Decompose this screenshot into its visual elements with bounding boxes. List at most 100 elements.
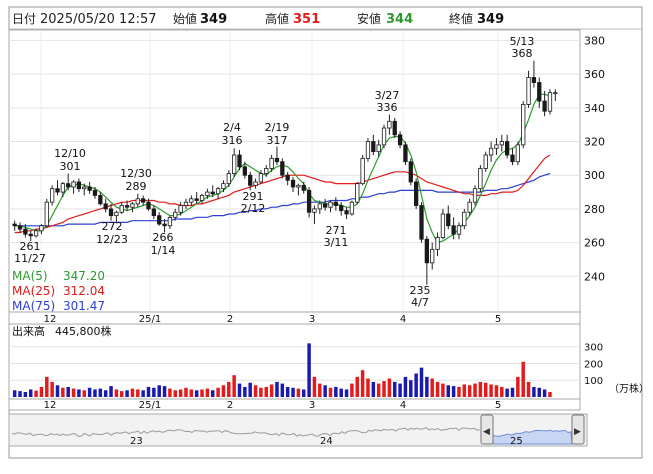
stock-chart-widget: 日付 2025/05/20 12:57 始値 349 高値 351 安値 344…: [0, 0, 653, 470]
price-annotation: 5/13368: [510, 35, 535, 60]
candle-body-down: [403, 144, 408, 163]
volume-bar: [425, 376, 429, 397]
volume-bar: [344, 389, 349, 397]
volume-bar: [227, 381, 231, 397]
close-value: 349: [477, 12, 504, 27]
candle-body-down: [414, 181, 419, 206]
candle-body-down: [285, 174, 290, 181]
volume-bar: [451, 386, 456, 397]
volume-bar: [173, 390, 178, 397]
volume-bar: [473, 383, 477, 397]
candle: [355, 181, 360, 204]
x-tick-label: 3: [309, 400, 315, 411]
volume-bar: [328, 387, 333, 397]
volume-bar: [125, 390, 129, 397]
candle: [521, 101, 526, 149]
candle-body-down: [301, 184, 306, 191]
volume-bar: [521, 361, 525, 397]
annotation-date: 2/4: [223, 121, 241, 134]
volume-bar: [205, 388, 210, 397]
candle-body-up: [349, 201, 355, 215]
annotation-date: 1/14: [151, 244, 176, 257]
volume-bar: [18, 391, 22, 397]
candle-body-up: [50, 188, 55, 203]
volume-bar: [548, 391, 552, 397]
candle-body-down: [542, 100, 547, 112]
candle-body-down: [210, 191, 215, 195]
volume-value: 445,800株: [55, 324, 112, 338]
candle-body-up: [183, 201, 189, 206]
annotation-value: 289: [126, 180, 147, 193]
navigator-right-handle[interactable]: ▶: [571, 414, 585, 445]
candle-body-down: [274, 157, 280, 163]
volume-bar: [532, 386, 536, 397]
volume-bar: [387, 378, 392, 397]
candle: [280, 158, 285, 179]
volume-bar: [253, 385, 258, 397]
volume-bar: [318, 383, 322, 397]
candle-body-up: [355, 183, 360, 203]
candle-body-down: [419, 205, 424, 240]
volume-bar: [398, 383, 402, 397]
volume-bar: [403, 376, 408, 397]
candle-body-up: [526, 77, 531, 105]
candle-body-down: [141, 198, 146, 203]
candle-body-down: [397, 134, 403, 146]
candle: [392, 117, 397, 139]
candle: [365, 138, 371, 162]
candle-body-down: [392, 120, 397, 136]
annotation-value: 317: [267, 134, 288, 147]
candle: [403, 141, 408, 166]
legend-label: MA(75): [12, 299, 55, 313]
annotation-value: 271: [326, 224, 347, 237]
candle-body-up: [312, 208, 317, 213]
volume-bar: [457, 386, 461, 397]
candle-body-up: [44, 201, 49, 227]
candle: [408, 158, 413, 186]
volume-bar: [23, 391, 28, 397]
navigator-label-24: 24: [320, 436, 333, 447]
candle-body-down: [98, 195, 103, 205]
volume-bar: [409, 380, 413, 397]
volume-tick-label: 200: [584, 359, 603, 370]
candle-body-down: [339, 205, 344, 211]
volume-bar: [376, 383, 381, 397]
volume-bar: [39, 386, 44, 397]
volume-bar: [98, 388, 103, 397]
candle-body-down: [157, 215, 162, 225]
ma-legend: MA(5) 347.20 MA(25) 312.04 MA(75) 301.47: [10, 269, 106, 313]
candle-body-up: [119, 205, 124, 213]
legend-value: 347.20: [63, 269, 105, 283]
annotation-date: 2/12: [241, 202, 266, 215]
x-tick-label: 2: [227, 314, 233, 325]
volume-bar: [200, 389, 204, 397]
candle-body-up: [456, 225, 462, 235]
candle-body-down: [87, 186, 92, 191]
candle-body-up: [167, 216, 173, 227]
candle: [419, 202, 424, 243]
candle-body-down: [151, 208, 156, 217]
open-value: 349: [200, 12, 227, 27]
volume-bar: [505, 388, 509, 397]
candle-body-up: [376, 144, 381, 153]
navigator-left-handle[interactable]: ◀: [480, 414, 494, 445]
annotation-value: 368: [512, 47, 533, 60]
volume-bar: [269, 384, 274, 397]
candle-body-up: [553, 92, 558, 95]
candle-body-up: [472, 188, 478, 203]
annotation-value: 336: [377, 101, 398, 114]
volume-bar: [441, 383, 445, 397]
volume-bar: [307, 343, 311, 397]
candle-body-down: [510, 154, 515, 163]
volume-bar: [259, 387, 263, 397]
x-tick-label: 12: [44, 314, 57, 325]
volume-bar: [419, 367, 424, 397]
candle-body-down: [531, 77, 537, 83]
candle-body-up: [483, 154, 488, 169]
x-tick-label: 2: [227, 400, 233, 411]
volume-bar: [323, 385, 327, 397]
candle-body-up: [478, 168, 483, 190]
price-annotation: 2/19317: [265, 121, 290, 147]
low-value: 344: [386, 12, 413, 27]
volume-bar: [280, 383, 285, 397]
